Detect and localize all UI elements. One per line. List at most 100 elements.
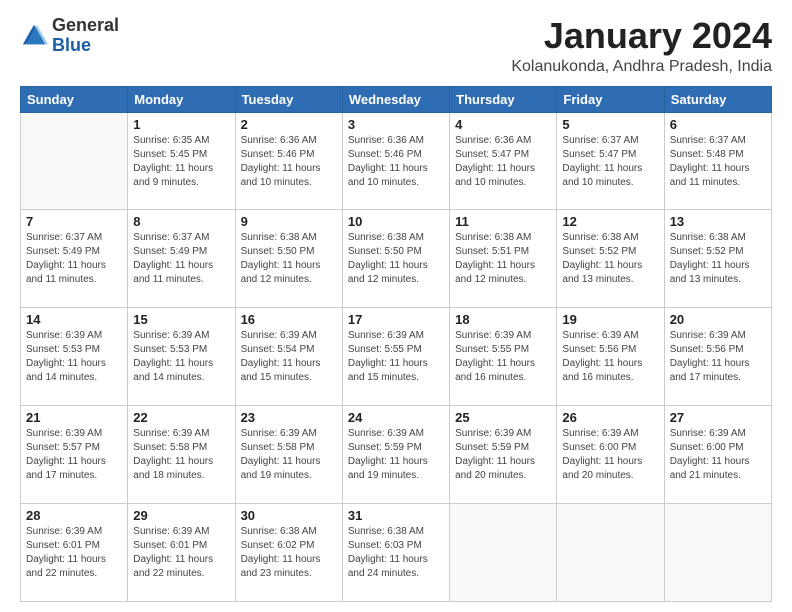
sunset-text: Sunset: 5:48 PM: [670, 149, 744, 160]
day-info: Sunrise: 6:38 AM Sunset: 6:03 PM Dayligh…: [348, 525, 444, 581]
daylight-text: Daylight: 11 hours and 14 minutes.: [133, 358, 213, 383]
sunset-text: Sunset: 5:51 PM: [455, 246, 529, 257]
day-info: Sunrise: 6:37 AM Sunset: 5:48 PM Dayligh…: [670, 134, 766, 190]
logo-blue: Blue: [52, 35, 91, 55]
day-number: 30: [241, 508, 337, 523]
sunset-text: Sunset: 5:59 PM: [348, 442, 422, 453]
sunset-text: Sunset: 5:46 PM: [348, 149, 422, 160]
day-info: Sunrise: 6:37 AM Sunset: 5:49 PM Dayligh…: [26, 231, 122, 287]
day-info: Sunrise: 6:37 AM Sunset: 5:49 PM Dayligh…: [133, 231, 229, 287]
sunrise-text: Sunrise: 6:35 AM: [133, 135, 209, 146]
sunrise-text: Sunrise: 6:39 AM: [562, 428, 638, 439]
col-friday: Friday: [557, 86, 664, 112]
sunrise-text: Sunrise: 6:39 AM: [133, 526, 209, 537]
day-number: 5: [562, 117, 658, 132]
sunset-text: Sunset: 5:58 PM: [133, 442, 207, 453]
day-info: Sunrise: 6:39 AM Sunset: 5:59 PM Dayligh…: [455, 427, 551, 483]
table-row: 1 Sunrise: 6:35 AM Sunset: 5:45 PM Dayli…: [128, 112, 235, 210]
day-info: Sunrise: 6:39 AM Sunset: 5:57 PM Dayligh…: [26, 427, 122, 483]
logo: General Blue: [20, 16, 119, 56]
daylight-text: Daylight: 11 hours and 16 minutes.: [455, 358, 535, 383]
day-number: 2: [241, 117, 337, 132]
sunset-text: Sunset: 6:03 PM: [348, 540, 422, 551]
day-info: Sunrise: 6:39 AM Sunset: 5:53 PM Dayligh…: [133, 329, 229, 385]
calendar-table: Sunday Monday Tuesday Wednesday Thursday…: [20, 86, 772, 602]
day-info: Sunrise: 6:36 AM Sunset: 5:46 PM Dayligh…: [348, 134, 444, 190]
sunrise-text: Sunrise: 6:39 AM: [455, 428, 531, 439]
day-number: 31: [348, 508, 444, 523]
calendar-week-row: 7 Sunrise: 6:37 AM Sunset: 5:49 PM Dayli…: [21, 210, 772, 308]
table-row: 5 Sunrise: 6:37 AM Sunset: 5:47 PM Dayli…: [557, 112, 664, 210]
day-number: 17: [348, 312, 444, 327]
daylight-text: Daylight: 11 hours and 14 minutes.: [26, 358, 106, 383]
table-row: 26 Sunrise: 6:39 AM Sunset: 6:00 PM Dayl…: [557, 406, 664, 504]
sunset-text: Sunset: 5:47 PM: [562, 149, 636, 160]
table-row: 7 Sunrise: 6:37 AM Sunset: 5:49 PM Dayli…: [21, 210, 128, 308]
table-row: 29 Sunrise: 6:39 AM Sunset: 6:01 PM Dayl…: [128, 504, 235, 602]
daylight-text: Daylight: 11 hours and 12 minutes.: [241, 260, 321, 285]
daylight-text: Daylight: 11 hours and 17 minutes.: [670, 358, 750, 383]
sunset-text: Sunset: 5:55 PM: [455, 344, 529, 355]
day-number: 1: [133, 117, 229, 132]
day-number: 22: [133, 410, 229, 425]
title-section: January 2024 Kolanukonda, Andhra Pradesh…: [511, 16, 772, 76]
sunrise-text: Sunrise: 6:36 AM: [455, 135, 531, 146]
sunrise-text: Sunrise: 6:38 AM: [562, 232, 638, 243]
calendar-header-row: Sunday Monday Tuesday Wednesday Thursday…: [21, 86, 772, 112]
daylight-text: Daylight: 11 hours and 10 minutes.: [241, 163, 321, 188]
sunset-text: Sunset: 5:53 PM: [133, 344, 207, 355]
day-number: 29: [133, 508, 229, 523]
table-row: 4 Sunrise: 6:36 AM Sunset: 5:47 PM Dayli…: [450, 112, 557, 210]
daylight-text: Daylight: 11 hours and 15 minutes.: [348, 358, 428, 383]
logo-icon: [20, 22, 48, 50]
day-number: 15: [133, 312, 229, 327]
day-info: Sunrise: 6:39 AM Sunset: 5:53 PM Dayligh…: [26, 329, 122, 385]
day-info: Sunrise: 6:39 AM Sunset: 6:00 PM Dayligh…: [562, 427, 658, 483]
table-row: 18 Sunrise: 6:39 AM Sunset: 5:55 PM Dayl…: [450, 308, 557, 406]
sunrise-text: Sunrise: 6:39 AM: [670, 428, 746, 439]
day-info: Sunrise: 6:39 AM Sunset: 6:01 PM Dayligh…: [26, 525, 122, 581]
table-row: 3 Sunrise: 6:36 AM Sunset: 5:46 PM Dayli…: [342, 112, 449, 210]
calendar-week-row: 1 Sunrise: 6:35 AM Sunset: 5:45 PM Dayli…: [21, 112, 772, 210]
day-info: Sunrise: 6:39 AM Sunset: 5:58 PM Dayligh…: [133, 427, 229, 483]
logo-general: General: [52, 15, 119, 35]
day-number: 7: [26, 214, 122, 229]
daylight-text: Daylight: 11 hours and 20 minutes.: [455, 456, 535, 481]
col-thursday: Thursday: [450, 86, 557, 112]
sunrise-text: Sunrise: 6:38 AM: [241, 526, 317, 537]
day-number: 16: [241, 312, 337, 327]
table-row: 8 Sunrise: 6:37 AM Sunset: 5:49 PM Dayli…: [128, 210, 235, 308]
daylight-text: Daylight: 11 hours and 24 minutes.: [348, 554, 428, 579]
sunrise-text: Sunrise: 6:38 AM: [455, 232, 531, 243]
sunset-text: Sunset: 6:02 PM: [241, 540, 315, 551]
page: General Blue January 2024 Kolanukonda, A…: [0, 0, 792, 612]
day-info: Sunrise: 6:39 AM Sunset: 5:55 PM Dayligh…: [348, 329, 444, 385]
sunrise-text: Sunrise: 6:36 AM: [241, 135, 317, 146]
table-row: 6 Sunrise: 6:37 AM Sunset: 5:48 PM Dayli…: [664, 112, 771, 210]
sunset-text: Sunset: 5:47 PM: [455, 149, 529, 160]
day-info: Sunrise: 6:38 AM Sunset: 5:52 PM Dayligh…: [562, 231, 658, 287]
daylight-text: Daylight: 11 hours and 13 minutes.: [670, 260, 750, 285]
sunset-text: Sunset: 5:49 PM: [26, 246, 100, 257]
sunset-text: Sunset: 6:01 PM: [133, 540, 207, 551]
sunrise-text: Sunrise: 6:39 AM: [348, 428, 424, 439]
sunrise-text: Sunrise: 6:38 AM: [348, 232, 424, 243]
daylight-text: Daylight: 11 hours and 10 minutes.: [562, 163, 642, 188]
daylight-text: Daylight: 11 hours and 11 minutes.: [26, 260, 106, 285]
daylight-text: Daylight: 11 hours and 19 minutes.: [348, 456, 428, 481]
day-info: Sunrise: 6:35 AM Sunset: 5:45 PM Dayligh…: [133, 134, 229, 190]
sunset-text: Sunset: 6:01 PM: [26, 540, 100, 551]
day-number: 24: [348, 410, 444, 425]
sunset-text: Sunset: 5:57 PM: [26, 442, 100, 453]
day-number: 13: [670, 214, 766, 229]
header: General Blue January 2024 Kolanukonda, A…: [20, 16, 772, 76]
day-number: 19: [562, 312, 658, 327]
sunset-text: Sunset: 5:49 PM: [133, 246, 207, 257]
day-info: Sunrise: 6:38 AM Sunset: 5:50 PM Dayligh…: [241, 231, 337, 287]
day-number: 12: [562, 214, 658, 229]
daylight-text: Daylight: 11 hours and 12 minutes.: [348, 260, 428, 285]
table-row: [664, 504, 771, 602]
day-info: Sunrise: 6:39 AM Sunset: 5:59 PM Dayligh…: [348, 427, 444, 483]
table-row: 2 Sunrise: 6:36 AM Sunset: 5:46 PM Dayli…: [235, 112, 342, 210]
sunrise-text: Sunrise: 6:38 AM: [348, 526, 424, 537]
